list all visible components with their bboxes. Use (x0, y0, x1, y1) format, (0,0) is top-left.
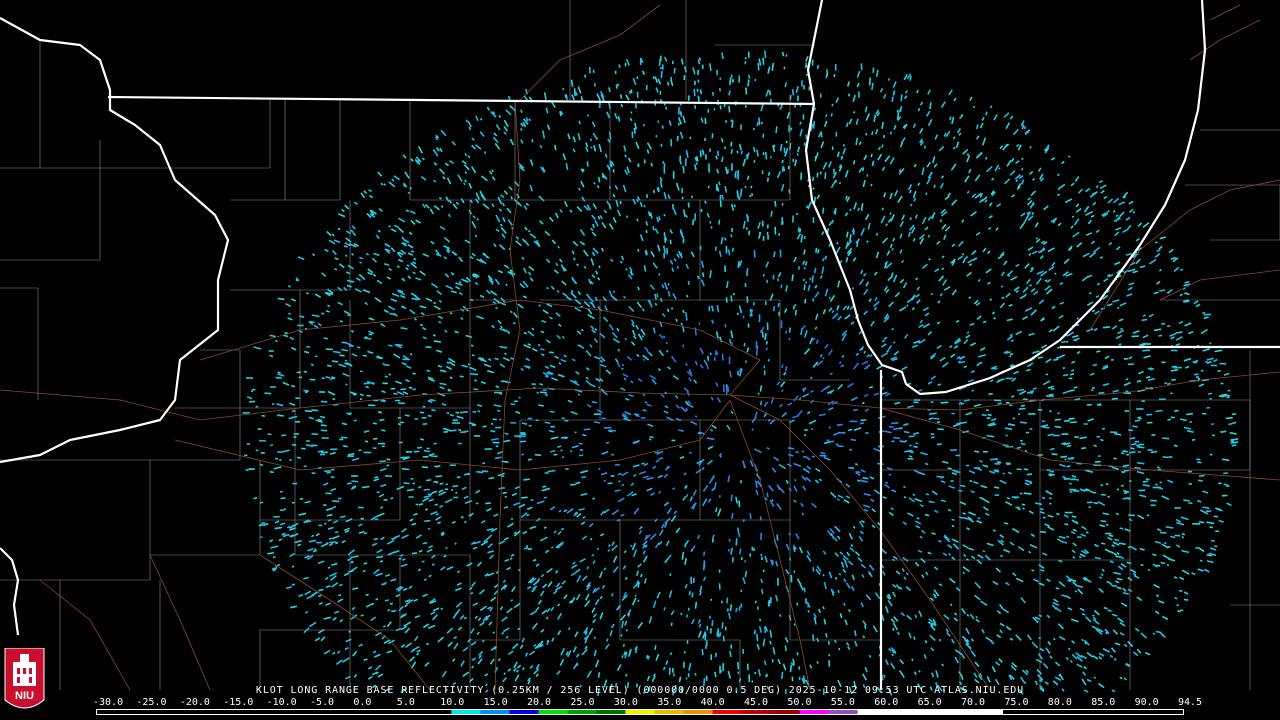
scale-label: 94.5 (1178, 697, 1203, 708)
scale-label: 25.0 (570, 697, 595, 708)
color-bar-segment (683, 710, 713, 714)
scale-label: -15.0 (223, 697, 254, 708)
scale-label: 75.0 (1004, 697, 1029, 708)
scale-label: 55.0 (830, 697, 855, 708)
scale-label: 30.0 (613, 697, 638, 708)
scale-label: 20.0 (527, 697, 552, 708)
scale-label: 40.0 (700, 697, 725, 708)
color-bar-segment (857, 710, 887, 714)
radar-map (0, 0, 1280, 720)
radar-echoes-layer (242, 50, 1239, 697)
color-bar-segment (741, 710, 771, 714)
map-canvas (0, 0, 1280, 697)
color-bar-segment (335, 710, 365, 714)
color-bar-segment (451, 710, 481, 714)
color-bar-segment (625, 710, 655, 714)
color-bar-segment (828, 710, 858, 714)
color-bar-segment (422, 710, 452, 714)
scale-label: 5.0 (396, 697, 415, 708)
scale-label: -20.0 (179, 697, 210, 708)
color-bar-segment (944, 710, 974, 714)
wisconsin-illinois-border (107, 95, 816, 106)
radar-echo-group (578, 416, 901, 566)
color-bar-segment (509, 710, 539, 714)
color-bar-segment (712, 710, 742, 714)
radar-echo-group (490, 249, 983, 633)
scale-label: 90.0 (1134, 697, 1159, 708)
scale-label: 10.0 (440, 697, 465, 708)
scale-label: -10.0 (266, 697, 297, 708)
color-bar-segment (973, 710, 1003, 714)
niu-logo-icon: NIU (4, 648, 45, 709)
state-borders-layer (0, 0, 1280, 690)
scale-label: 0.0 (353, 697, 372, 708)
scale-label: -25.0 (136, 697, 167, 708)
color-bar-segment (654, 710, 684, 714)
product-header: KLOT LONG RANGE BASE REFLECTIVITY (0.25K… (255, 685, 1025, 696)
county-borders-layer (0, 0, 1280, 690)
scale-label: 15.0 (483, 697, 508, 708)
color-bar-segment (770, 710, 800, 714)
radar-echo-group (242, 50, 1237, 696)
reflectivity-scale-labels: -30.0 -25.0 -20.0 -15.0 -10.0 -5.0 0.0 5.0 10.0 1… (93, 697, 1202, 709)
color-bar-segment (538, 710, 568, 714)
scale-label: 70.0 (961, 697, 986, 708)
color-bar-segment (277, 710, 307, 714)
color-bar-segment (364, 710, 394, 714)
mississippi-river-border (0, 17, 230, 464)
scale-label: 80.0 (1047, 697, 1072, 708)
scale-label: -5.0 (310, 697, 335, 708)
scale-label: 65.0 (917, 697, 942, 708)
scale-label: 50.0 (787, 697, 812, 708)
scale-label: -30.0 (93, 697, 124, 708)
color-bar-segment (306, 710, 336, 714)
scale-label: 85.0 (1091, 697, 1116, 708)
color-bar-segment (393, 710, 423, 714)
reflectivity-color-bar (96, 709, 1184, 715)
color-bar-segment (596, 710, 626, 714)
color-bar-segment (886, 710, 916, 714)
scale-label: 60.0 (874, 697, 899, 708)
color-bar-segment (799, 710, 829, 714)
color-bar-segment (915, 710, 945, 714)
lake-michigan-west-shore (804, 0, 1207, 396)
scale-label: 45.0 (744, 697, 769, 708)
color-bar-segment (567, 710, 597, 714)
color-bar-segment (480, 710, 510, 714)
scale-label: 35.0 (657, 697, 682, 708)
niu-logo-text: NIU (15, 690, 34, 702)
iowa-missouri-border-fragment (0, 547, 20, 636)
